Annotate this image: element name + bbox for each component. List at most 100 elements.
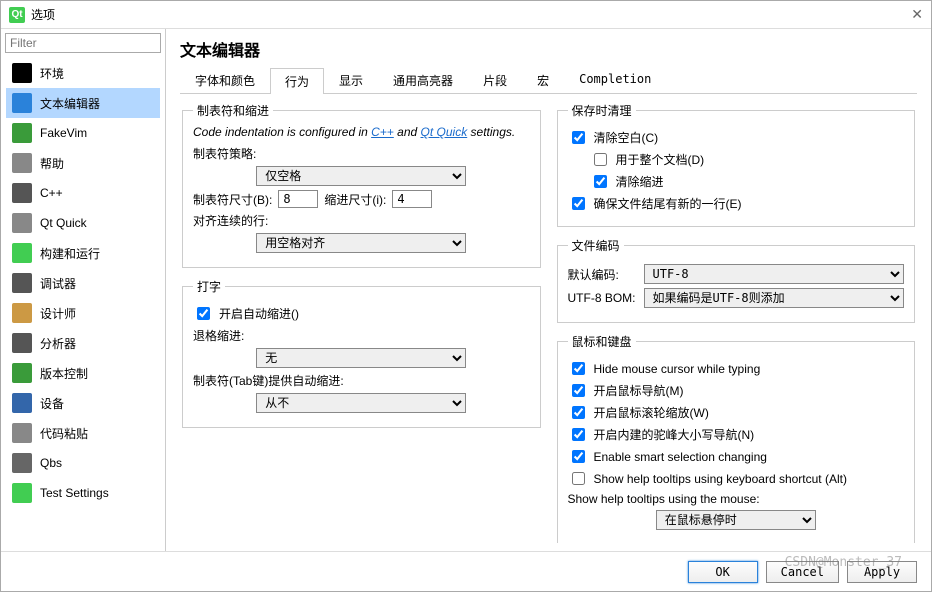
- sidebar-item-label: Qt Quick: [40, 216, 87, 230]
- help-alt-checkbox[interactable]: [572, 472, 585, 485]
- legend-cleanup: 保存时清理: [568, 102, 636, 119]
- legend-typing: 打字: [193, 278, 225, 295]
- scroll-zoom-label: 开启鼠标滚轮缩放(W): [594, 404, 709, 421]
- sidebar-item-2[interactable]: FakeVim: [6, 118, 160, 148]
- sidebar-item-label: C++: [40, 186, 63, 200]
- align-cont-select[interactable]: 用空格对齐: [256, 233, 466, 253]
- category-icon: [12, 213, 32, 233]
- tab-policy-select[interactable]: 仅空格: [256, 166, 466, 186]
- sidebar: 环境文本编辑器 FakeVim 帮助 C++ Qt Quick 构建和运行调试器设计师分析…: [1, 29, 166, 551]
- help-mouse-label: Show help tooltips using the mouse:: [568, 492, 760, 506]
- category-icon: [12, 393, 32, 413]
- smart-selection-label: Enable smart selection changing: [594, 450, 767, 464]
- sidebar-item-5[interactable]: Qt Quick: [6, 208, 160, 238]
- tab-3[interactable]: 通用高亮器: [378, 67, 468, 93]
- category-icon: [12, 93, 32, 113]
- bom-select[interactable]: 如果编码是UTF-8则添加: [644, 288, 905, 308]
- hide-cursor-checkbox[interactable]: [572, 362, 585, 375]
- link-cpp[interactable]: C++: [371, 125, 394, 139]
- left-column: 制表符和缩进 Code indentation is configured in…: [180, 102, 543, 543]
- tab-policy-label: 制表符策略:: [193, 145, 256, 162]
- whole-doc-label: 用于整个文档(D): [616, 151, 705, 168]
- scroll-zoom-checkbox[interactable]: [572, 406, 585, 419]
- sidebar-item-3[interactable]: 帮助: [6, 148, 160, 178]
- newline-eof-label: 确保文件结尾有新的一行(E): [594, 195, 742, 212]
- default-encoding-select[interactable]: UTF-8: [644, 264, 905, 284]
- link-qtquick[interactable]: Qt Quick: [421, 125, 468, 139]
- group-typing: 打字 开启自动缩进() 退格缩进: 无 制表符(Tab键)提供自动缩进:: [182, 278, 541, 428]
- sidebar-item-14[interactable]: Test Settings: [6, 478, 160, 508]
- camelcase-nav-checkbox[interactable]: [572, 428, 585, 441]
- sidebar-item-8[interactable]: 设计师: [6, 298, 160, 328]
- clean-indent-label: 清除缩进: [616, 173, 664, 190]
- align-cont-label: 对齐连续的行:: [193, 212, 268, 229]
- legend-mouse-kb: 鼠标和键盘: [568, 333, 636, 350]
- category-icon: [12, 273, 32, 293]
- filter-input[interactable]: [5, 33, 161, 53]
- dialog-body: 环境文本编辑器FakeVim帮助C++Qt Quick构建和运行调试器设计师分析…: [1, 29, 931, 551]
- tab-6[interactable]: Completion: [564, 67, 666, 93]
- category-icon: [12, 153, 32, 173]
- titlebar: Qt 选项 ✕: [1, 1, 931, 29]
- sidebar-item-13[interactable]: Qbs: [6, 448, 160, 478]
- tab-4[interactable]: 片段: [468, 67, 522, 93]
- help-mouse-select[interactable]: 在鼠标悬停时: [656, 510, 816, 530]
- group-cleanup-on-save: 保存时清理 清除空白(C) 用于整个文档(D) 清除缩进 确保文件结尾有新的一行…: [557, 102, 916, 227]
- sidebar-item-1[interactable]: 文本编辑器: [6, 88, 160, 118]
- category-icon: [12, 183, 32, 203]
- default-encoding-label: 默认编码:: [568, 266, 638, 283]
- ok-button[interactable]: OK: [688, 561, 758, 583]
- auto-indent-label: 开启自动缩进(): [219, 305, 299, 322]
- sidebar-item-label: 帮助: [40, 155, 64, 172]
- tab-2[interactable]: 显示: [324, 67, 378, 93]
- auto-indent-checkbox[interactable]: [197, 307, 210, 320]
- sidebar-item-4[interactable]: C++: [6, 178, 160, 208]
- whole-doc-checkbox[interactable]: [594, 153, 607, 166]
- category-icon: [12, 453, 32, 473]
- sidebar-item-label: 环境: [40, 65, 64, 82]
- sidebar-item-11[interactable]: 设备: [6, 388, 160, 418]
- tab-content: 制表符和缩进 Code indentation is configured in…: [180, 94, 917, 543]
- tab-1[interactable]: 行为: [270, 68, 324, 94]
- sidebar-item-label: 设备: [40, 395, 64, 412]
- sidebar-item-6[interactable]: 构建和运行: [6, 238, 160, 268]
- sidebar-item-0[interactable]: 环境: [6, 58, 160, 88]
- sidebar-item-label: Qbs: [40, 456, 62, 470]
- hide-cursor-label: Hide mouse cursor while typing: [594, 362, 761, 376]
- group-file-encoding: 文件编码 默认编码: UTF-8 UTF-8 BOM: 如果编码是UTF-8则添…: [557, 237, 916, 323]
- newline-eof-checkbox[interactable]: [572, 197, 585, 210]
- apply-button[interactable]: Apply: [847, 561, 917, 583]
- page-title: 文本编辑器: [180, 37, 917, 61]
- group-mouse-keyboard: 鼠标和键盘 Hide mouse cursor while typing 开启鼠…: [557, 333, 916, 543]
- sidebar-item-7[interactable]: 调试器: [6, 268, 160, 298]
- group-tabs-and-indent: 制表符和缩进 Code indentation is configured in…: [182, 102, 541, 268]
- tab-5[interactable]: 宏: [522, 67, 564, 93]
- tab-key-label: 制表符(Tab键)提供自动缩进:: [193, 372, 344, 389]
- close-icon[interactable]: ✕: [911, 6, 923, 23]
- tab-size-spin[interactable]: [278, 190, 318, 208]
- cancel-button[interactable]: Cancel: [766, 561, 839, 583]
- help-alt-label: Show help tooltips using keyboard shortc…: [594, 472, 847, 486]
- sidebar-item-label: 文本编辑器: [40, 95, 100, 112]
- category-icon: [12, 483, 32, 503]
- bom-label: UTF-8 BOM:: [568, 291, 638, 305]
- sidebar-item-label: 版本控制: [40, 365, 88, 382]
- category-icon: [12, 303, 32, 323]
- clean-indent-checkbox[interactable]: [594, 175, 607, 188]
- category-icon: [12, 423, 32, 443]
- sidebar-item-9[interactable]: 分析器: [6, 328, 160, 358]
- sidebar-item-label: 调试器: [40, 275, 76, 292]
- tab-key-select[interactable]: 从不: [256, 393, 466, 413]
- clean-whitespace-checkbox[interactable]: [572, 131, 585, 144]
- indent-size-spin[interactable]: [392, 190, 432, 208]
- backspace-select[interactable]: 无: [256, 348, 466, 368]
- sidebar-item-label: Test Settings: [40, 486, 109, 500]
- sidebar-item-10[interactable]: 版本控制: [6, 358, 160, 388]
- mouse-nav-label: 开启鼠标导航(M): [594, 382, 684, 399]
- tab-0[interactable]: 字体和颜色: [180, 67, 270, 93]
- smart-selection-checkbox[interactable]: [572, 450, 585, 463]
- mouse-nav-checkbox[interactable]: [572, 384, 585, 397]
- sidebar-item-12[interactable]: 代码粘贴: [6, 418, 160, 448]
- category-icon: [12, 243, 32, 263]
- sidebar-item-label: 设计师: [40, 305, 76, 322]
